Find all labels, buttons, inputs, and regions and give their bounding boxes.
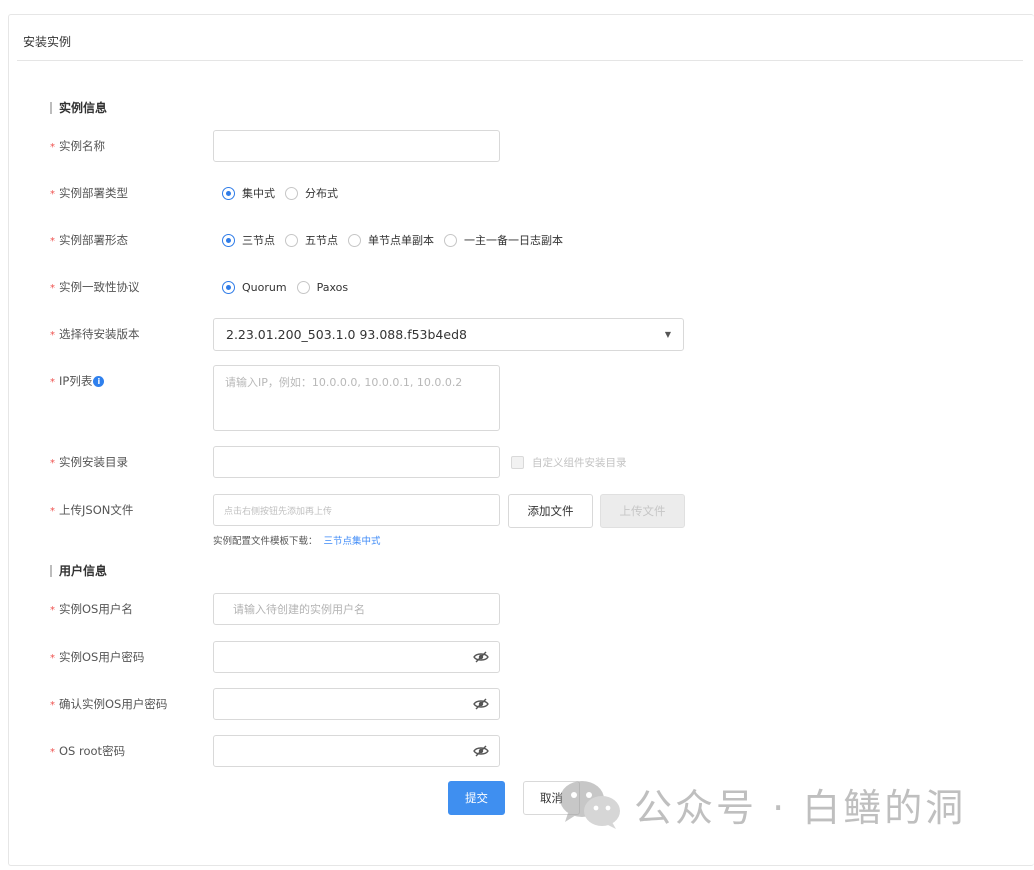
template-hint: 实例配置文件模板下载： 三节点集中式: [213, 536, 381, 547]
required-marker: *: [50, 700, 55, 711]
confirm-password-input[interactable]: [213, 688, 500, 720]
radio-circle: [222, 233, 235, 247]
radio-quorum[interactable]: Quorum: [222, 280, 287, 294]
radio-circle: [285, 186, 298, 200]
required-marker: *: [50, 189, 55, 200]
required-marker: *: [50, 458, 55, 469]
radio-circle: [296, 280, 310, 294]
watermark-text: 公众号 · 白鳝的洞: [634, 785, 967, 830]
root-password-label: * OS root密码: [50, 744, 126, 758]
version-label: * 选择待安装版本: [50, 327, 140, 341]
watermark: 公众号 · 白鳝的洞: [556, 773, 966, 835]
radio-single-node[interactable]: 单节点单副本: [348, 232, 434, 248]
custom-dir-checkbox-label: 自定义组件安装目录: [532, 457, 627, 469]
os-user-label: * 实例OS用户名: [50, 602, 133, 616]
radio-five-node[interactable]: 五节点: [285, 232, 338, 248]
required-marker: *: [50, 377, 55, 388]
ip-list-textarea[interactable]: [213, 365, 500, 431]
instance-name-input[interactable]: [213, 130, 500, 162]
os-user-input[interactable]: [213, 593, 500, 625]
install-dir-input[interactable]: [213, 446, 500, 478]
root-password-input[interactable]: [213, 735, 500, 767]
caret-down-icon: ▼: [664, 330, 671, 339]
radio-circle: [222, 186, 235, 200]
deploy-type-label: * 实例部署类型: [50, 186, 128, 200]
radio-distributed[interactable]: 分布式: [285, 185, 338, 201]
confirm-password-label: * 确认实例OS用户密码: [50, 697, 168, 711]
radio-circle: [444, 233, 457, 247]
title-divider: [17, 60, 1023, 61]
required-marker: *: [50, 653, 55, 664]
os-password-input[interactable]: [213, 641, 500, 673]
radio-circle: [285, 233, 298, 247]
json-file-input[interactable]: [213, 494, 500, 526]
eye-off-icon[interactable]: [471, 649, 491, 665]
required-marker: *: [50, 142, 55, 153]
ip-list-label: * IP列表 i: [50, 373, 105, 389]
required-marker: *: [50, 236, 55, 247]
version-select[interactable]: 2.23.01.200_503.1.0 93.088.f53b4ed8 ▼: [213, 318, 684, 351]
eye-off-icon[interactable]: [471, 743, 491, 759]
add-file-button[interactable]: 添加文件: [508, 494, 593, 528]
page-title: 安装实例: [23, 35, 72, 49]
required-marker: *: [50, 747, 55, 758]
radio-circle: [348, 233, 361, 247]
eye-off-icon[interactable]: [471, 696, 491, 712]
submit-button[interactable]: 提交: [448, 781, 505, 815]
template-download-link[interactable]: 三节点集中式: [324, 536, 381, 547]
section-title-user: 用户信息: [50, 564, 107, 578]
required-marker: *: [50, 330, 55, 341]
required-marker: *: [50, 605, 55, 616]
section-title-instance: 实例信息: [50, 101, 107, 115]
deploy-form-label: * 实例部署形态: [50, 233, 128, 247]
install-dir-label: * 实例安装目录: [50, 455, 128, 469]
required-marker: *: [50, 506, 55, 517]
wechat-logo-icon: [560, 781, 620, 829]
custom-dir-checkbox[interactable]: [511, 456, 524, 469]
instance-name-label: * 实例名称: [50, 139, 105, 153]
version-select-value: 2.23.01.200_503.1.0 93.088.f53b4ed8: [226, 327, 467, 342]
custom-dir-checkbox-wrap[interactable]: 自定义组件安装目录: [511, 455, 627, 470]
json-file-label: * 上传JSON文件: [50, 503, 134, 517]
radio-centralized[interactable]: 集中式: [222, 185, 275, 201]
radio-three-node[interactable]: 三节点: [222, 232, 275, 248]
install-instance-panel: 安装实例: [8, 14, 1034, 866]
os-password-label: * 实例OS用户密码: [50, 650, 145, 664]
radio-paxos[interactable]: Paxos: [296, 280, 348, 294]
deploy-form-radio-group: 三节点 五节点 单节点单副本 一主一备一日志副本: [222, 232, 573, 248]
radio-circle: [222, 280, 235, 294]
protocol-radio-group: Quorum Paxos: [222, 279, 358, 295]
upload-file-button[interactable]: 上传文件: [600, 494, 685, 528]
radio-primary-standby-log[interactable]: 一主一备一日志副本: [444, 232, 563, 248]
info-icon[interactable]: i: [93, 376, 105, 387]
protocol-label: * 实例一致性协议: [50, 280, 140, 294]
deploy-type-radio-group: 集中式 分布式: [222, 185, 348, 201]
required-marker: *: [50, 283, 55, 294]
